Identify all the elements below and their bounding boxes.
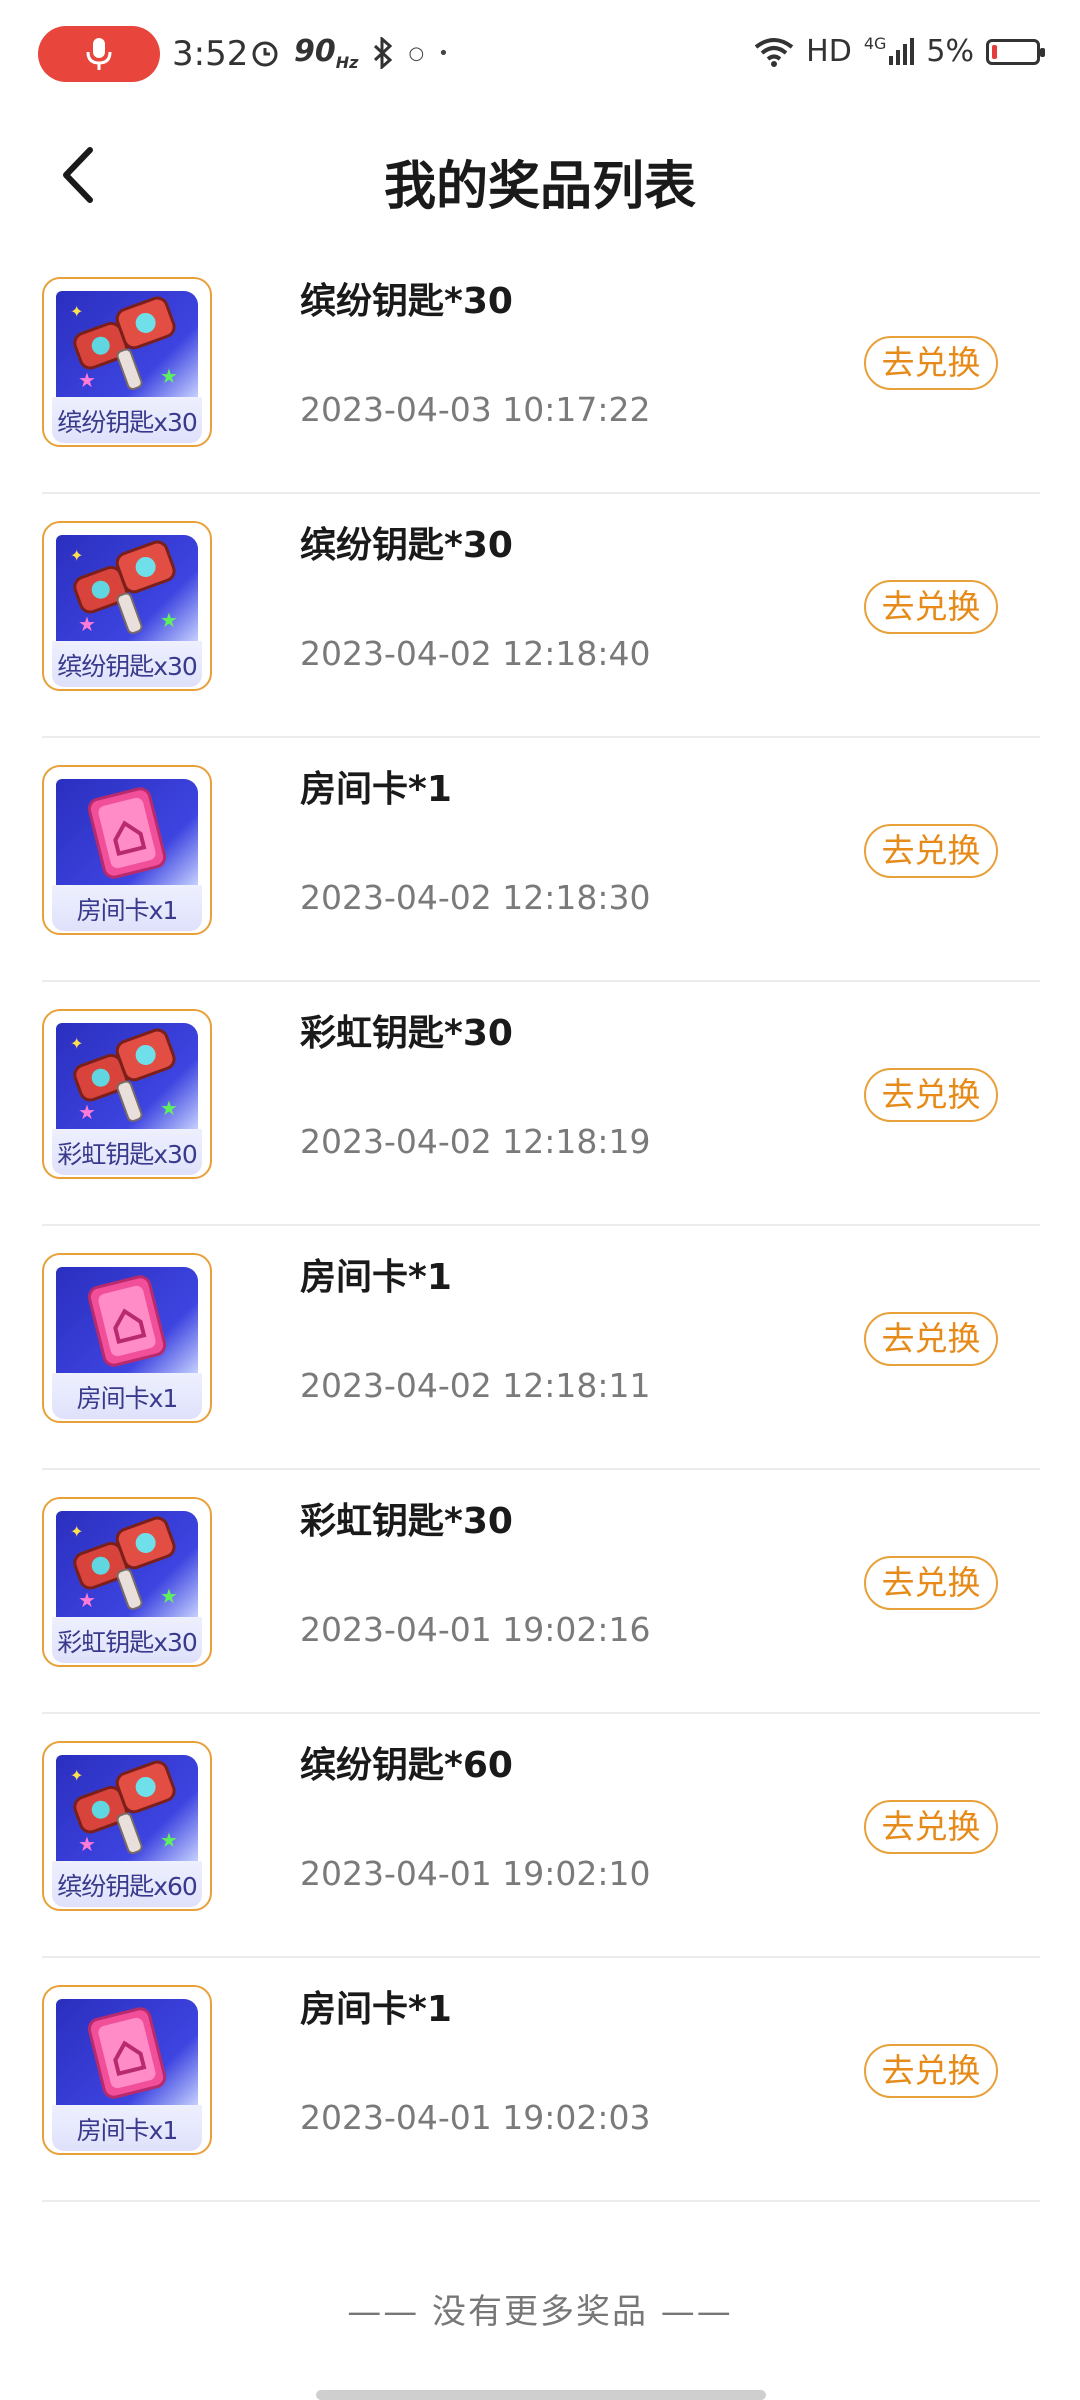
wifi-icon [754, 37, 794, 67]
room-card-icon [56, 1999, 198, 2107]
prize-time: 2023-04-01 19:02:10 [300, 1854, 651, 1893]
prize-name: 缤纷钥匙*60 [300, 1745, 513, 1786]
svg-text:★: ★ [160, 608, 178, 632]
status-time: 3:52 [172, 34, 249, 74]
redeem-button[interactable]: 去兑换 [864, 1312, 998, 1366]
key-icon: ★ ★ ✦ [56, 291, 198, 399]
prize-time: 2023-04-02 12:18:30 [300, 878, 651, 917]
home-indicator[interactable] [316, 2390, 766, 2400]
prize-thumbnail-label: 彩虹钥匙x30 [57, 1140, 198, 1169]
prize-name: 彩虹钥匙*30 [300, 1501, 513, 1542]
prize-thumbnail: ★ ★ ✦ 缤纷钥匙x30 [42, 521, 212, 691]
battery-percent: 5% [926, 34, 974, 69]
prize-name: 房间卡*1 [300, 1257, 452, 1298]
prize-time: 2023-04-02 12:18:11 [300, 1366, 651, 1405]
svg-text:★: ★ [78, 1832, 96, 1856]
prize-item: 房间卡x1 房间卡*1 2023-04-01 19:02:03 去兑换 [42, 1958, 1040, 2202]
prize-thumbnail-label: 缤纷钥匙x30 [57, 652, 198, 681]
svg-text:★: ★ [78, 368, 96, 392]
svg-text:✦: ✦ [70, 546, 83, 565]
prize-name: 房间卡*1 [300, 1989, 452, 2030]
prize-time: 2023-04-02 12:18:19 [300, 1122, 651, 1161]
prize-time: 2023-04-02 12:18:40 [300, 634, 651, 673]
prize-thumbnail-label: 缤纷钥匙x30 [57, 408, 198, 437]
prize-thumbnail: 房间卡x1 [42, 1985, 212, 2155]
prize-thumbnail: ★ ★ ✦ 缤纷钥匙x30 [42, 277, 212, 447]
key-icon: ★ ★ ✦ [56, 1755, 198, 1863]
svg-text:★: ★ [160, 1096, 178, 1120]
prize-thumbnail: ★ ★ ✦ 缤纷钥匙x60 [42, 1741, 212, 1911]
refresh-rate: 90Hz [294, 34, 359, 72]
prize-thumbnail-label: 房间卡x1 [76, 896, 179, 925]
header: 我的奖品列表 [0, 110, 1080, 240]
prize-thumbnail: ★ ★ ✦ 彩虹钥匙x30 [42, 1009, 212, 1179]
page-title: 我的奖品列表 [383, 157, 696, 217]
no-more-prizes-text: —— 没有更多奖品 —— [347, 2292, 733, 2332]
room-card-icon [56, 779, 198, 887]
signal-type: 4G [863, 34, 887, 53]
prize-thumbnail: 房间卡x1 [42, 765, 212, 935]
more-notifications-icon: • [438, 42, 449, 64]
prize-item: ★ ★ ✦ 彩虹钥匙x30 彩虹钥匙*30 2023-04-02 12:18:1… [42, 982, 1040, 1226]
prize-item: ★ ★ ✦ 彩虹钥匙x30 彩虹钥匙*30 2023-04-01 19:02:1… [42, 1470, 1040, 1714]
svg-text:✦: ✦ [70, 1766, 83, 1785]
svg-text:✦: ✦ [70, 1034, 83, 1053]
svg-text:★: ★ [160, 1584, 178, 1608]
svg-text:★: ★ [78, 612, 96, 636]
prize-list: ★ ★ ✦ 缤纷钥匙x30 缤纷钥匙*30 2023-04-03 10:17:2… [42, 250, 1040, 2202]
network-type: HD [806, 34, 852, 69]
redeem-button[interactable]: 去兑换 [864, 824, 998, 878]
redeem-button[interactable]: 去兑换 [864, 336, 998, 390]
redeem-button[interactable]: 去兑换 [864, 1556, 998, 1610]
prize-name: 缤纷钥匙*30 [300, 281, 513, 322]
prize-name: 彩虹钥匙*30 [300, 1013, 513, 1054]
prize-thumbnail-label: 缤纷钥匙x60 [57, 1872, 198, 1901]
room-card-icon [56, 1267, 198, 1375]
bluetooth-icon [374, 37, 393, 69]
redeem-button[interactable]: 去兑换 [864, 580, 998, 634]
prize-thumbnail-label: 房间卡x1 [76, 2116, 179, 2145]
status-bar: 3:52 90Hz ○ • HD 4G 5% [0, 0, 1080, 110]
prize-name: 缤纷钥匙*30 [300, 525, 513, 566]
key-icon: ★ ★ ✦ [56, 1511, 198, 1619]
key-icon: ★ ★ ✦ [56, 535, 198, 643]
prize-name: 房间卡*1 [300, 769, 452, 810]
redeem-button[interactable]: 去兑换 [864, 1068, 998, 1122]
prize-time: 2023-04-01 19:02:03 [300, 2098, 651, 2137]
redeem-button[interactable]: 去兑换 [864, 1800, 998, 1854]
battery-icon [986, 38, 1045, 65]
svg-text:★: ★ [160, 364, 178, 388]
prize-item: 房间卡x1 房间卡*1 2023-04-02 12:18:30 去兑换 [42, 738, 1040, 982]
prize-thumbnail-label: 房间卡x1 [76, 1384, 179, 1413]
microphone-icon [86, 38, 112, 70]
prize-time: 2023-04-01 19:02:16 [300, 1610, 651, 1649]
prize-item: ★ ★ ✦ 缤纷钥匙x30 缤纷钥匙*30 2023-04-02 12:18:4… [42, 494, 1040, 738]
prize-thumbnail: ★ ★ ✦ 彩虹钥匙x30 [42, 1497, 212, 1667]
microphone-indicator[interactable] [38, 26, 160, 82]
prize-time: 2023-04-03 10:17:22 [300, 390, 651, 429]
redeem-button[interactable]: 去兑换 [864, 2044, 998, 2098]
svg-text:★: ★ [160, 1828, 178, 1852]
svg-text:★: ★ [78, 1588, 96, 1612]
prize-thumbnail-label: 彩虹钥匙x30 [57, 1628, 198, 1657]
prize-thumbnail: 房间卡x1 [42, 1253, 212, 1423]
prize-item: ★ ★ ✦ 缤纷钥匙x30 缤纷钥匙*30 2023-04-03 10:17:2… [42, 250, 1040, 494]
prize-item: ★ ★ ✦ 缤纷钥匙x60 缤纷钥匙*60 2023-04-01 19:02:1… [42, 1714, 1040, 1958]
svg-text:✦: ✦ [70, 1522, 83, 1541]
signal-icon [889, 37, 915, 65]
svg-text:✦: ✦ [70, 302, 83, 321]
notification-dot-icon: ○ [408, 42, 425, 64]
alarm-icon [252, 41, 278, 67]
svg-text:★: ★ [78, 1100, 96, 1124]
key-icon: ★ ★ ✦ [56, 1023, 198, 1131]
prize-item: 房间卡x1 房间卡*1 2023-04-02 12:18:11 去兑换 [42, 1226, 1040, 1470]
